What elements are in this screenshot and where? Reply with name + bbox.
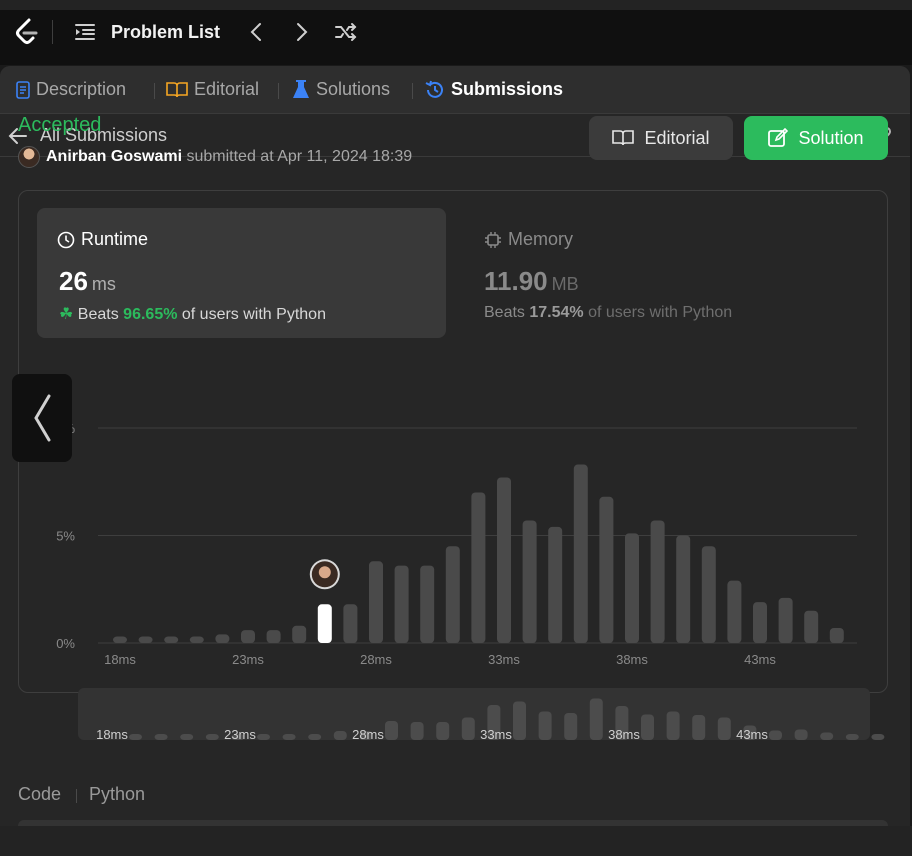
memory-number: 11.90 <box>484 266 548 296</box>
problem-list-title[interactable]: Problem List <box>111 22 220 43</box>
shuffle-icon <box>335 23 357 41</box>
memory-beats-percent: 17.54% <box>529 304 584 321</box>
leetcode-logo-icon[interactable] <box>12 17 42 47</box>
tab-divider <box>278 83 279 99</box>
tab-description-label: Description <box>36 79 127 99</box>
chip-icon <box>485 231 501 248</box>
tab-submissions[interactable]: Submissions <box>425 79 563 100</box>
memory-title-label: Memory <box>508 229 574 249</box>
runtime-unit: ms <box>91 274 116 294</box>
runtime-beats-percent: 96.65% <box>123 306 178 323</box>
next-problem-button[interactable] <box>290 20 314 44</box>
editorial-button-label: Editorial <box>644 127 710 148</box>
tab-submissions-label: Submissions <box>451 79 564 99</box>
memory-beats-suffix: of users with Python <box>588 304 733 321</box>
tab-editorial[interactable]: Editorial <box>166 79 259 100</box>
tab-description[interactable]: Description <box>16 79 126 100</box>
chevron-right-icon <box>297 23 308 41</box>
top-navbar: Problem List <box>0 0 912 65</box>
user-name-link[interactable]: Anirban Goswami <box>46 148 182 165</box>
flask-icon <box>293 79 309 98</box>
memory-value: 11.90 MB <box>484 266 579 297</box>
window-bottom-strip <box>0 826 912 856</box>
runtime-title: Runtime <box>57 229 148 250</box>
book-icon <box>166 81 188 97</box>
collapse-panel-button[interactable] <box>12 374 72 462</box>
runtime-value: 26 ms <box>59 266 116 297</box>
edit-icon <box>768 128 789 147</box>
code-section-title: Code <box>18 784 62 804</box>
memory-beats: Beats 17.54% of users with Python <box>484 304 732 322</box>
tab-divider <box>154 83 155 99</box>
document-icon <box>16 80 30 99</box>
code-divider <box>76 789 77 803</box>
avatar[interactable] <box>18 146 40 168</box>
solution-button[interactable]: Solution <box>744 116 888 160</box>
memory-box[interactable]: Memory 11.90 MB Beats 17.54% of users wit… <box>464 208 873 338</box>
code-language: Python <box>89 784 146 804</box>
runtime-title-label: Runtime <box>81 229 149 249</box>
tab-divider <box>412 83 413 99</box>
book-icon <box>612 130 635 146</box>
topbar-divider <box>52 20 53 44</box>
window-top-strip <box>0 0 912 10</box>
editorial-button[interactable]: Editorial <box>589 116 733 160</box>
prev-problem-button[interactable] <box>244 20 268 44</box>
tab-bar: Description Editorial Solutions Submissi… <box>0 66 910 114</box>
submission-status: Accepted <box>18 114 102 136</box>
chevron-left-icon <box>34 394 51 442</box>
submitted-at-text: submitted at Apr 11, 2024 18:39 <box>186 148 413 165</box>
history-icon <box>425 80 443 98</box>
random-problem-button[interactable] <box>334 20 358 44</box>
tab-solutions-label: Solutions <box>316 79 391 99</box>
runtime-beats-suffix: of users with Python <box>181 306 326 323</box>
performance-card: Runtime 26 ms ☘ Beats 96.65% of users wit… <box>18 190 888 693</box>
beats-badge-icon: ☘ <box>59 306 74 323</box>
clock-icon <box>57 231 75 248</box>
chevron-left-icon <box>250 23 261 41</box>
runtime-box[interactable]: Runtime 26 ms ☘ Beats 96.65% of users wit… <box>37 208 446 338</box>
memory-unit: MB <box>551 274 579 294</box>
problem-list-icon[interactable] <box>74 22 96 42</box>
memory-beats-prefix: Beats <box>484 304 525 321</box>
tab-editorial-label: Editorial <box>194 79 260 99</box>
runtime-beats: ☘ Beats 96.65% of users with Python <box>59 304 326 324</box>
runtime-number: 26 <box>59 266 88 296</box>
submission-meta: Anirban Goswami submitted at Apr 11, 202… <box>46 148 412 166</box>
solution-button-label: Solution <box>798 127 864 148</box>
runtime-beats-prefix: Beats <box>77 306 119 323</box>
tab-solutions[interactable]: Solutions <box>292 79 390 100</box>
memory-title: Memory <box>484 229 573 250</box>
